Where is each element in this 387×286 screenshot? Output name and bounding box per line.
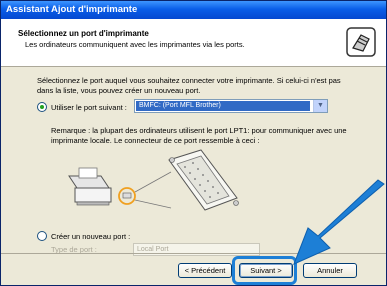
use-port-radio[interactable] (37, 102, 47, 112)
header-title: Sélectionnez un port d'imprimante (18, 29, 149, 38)
port-select-value[interactable]: BMFC: (Port MFL Brother) (136, 101, 310, 111)
printer-image (68, 167, 112, 206)
lpt-connector-illustration (68, 149, 239, 211)
use-port-option[interactable]: Utiliser le port suivant : (37, 100, 127, 114)
header-subtitle: Les ordinateurs communiquent avec les im… (25, 40, 245, 49)
port-type-select[interactable]: Local Port (133, 243, 260, 256)
port-note: Remarque : la plupart des ordinateurs ut… (51, 126, 347, 145)
back-button[interactable]: < Précédent (178, 263, 232, 278)
port-select[interactable]: BMFC: (Port MFL Brother) ▼ (134, 99, 328, 113)
arrow-pointer-icon (293, 179, 385, 265)
create-port-radio[interactable] (37, 231, 47, 241)
next-button-highlight (232, 256, 297, 285)
printer-port-icon (346, 27, 376, 57)
chevron-down-icon[interactable]: ▼ (313, 100, 327, 112)
intro-text: Sélectionnez le port auquel vous souhait… (37, 76, 341, 95)
parallel-connector-image (168, 149, 239, 211)
wizard-header: Sélectionnez un port d'imprimante Les or… (1, 19, 386, 67)
window-title: Assistant Ajout d'imprimante (1, 1, 386, 19)
create-port-option[interactable]: Créer un nouveau port : (37, 231, 130, 241)
create-port-label[interactable]: Créer un nouveau port : (51, 232, 130, 241)
use-port-label[interactable]: Utiliser le port suivant : (51, 103, 127, 112)
